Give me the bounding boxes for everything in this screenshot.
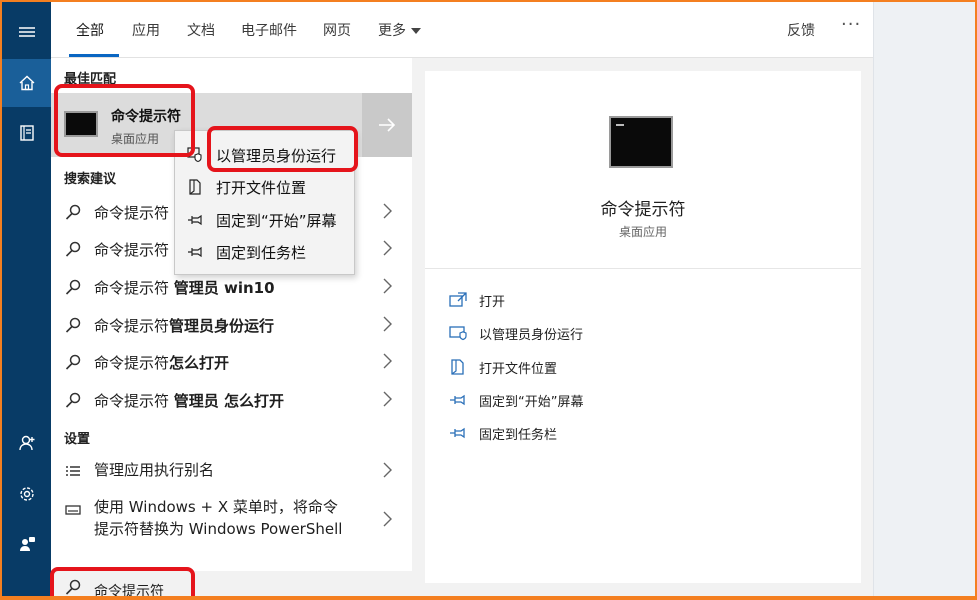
tab-more-label: 更多 (378, 23, 406, 39)
tab-email[interactable]: 电子邮件 (241, 20, 297, 40)
action-label: 固定到“开始”屏幕 (479, 395, 584, 410)
setting-item-powershell-replace[interactable]: 使用 Windows + X 菜单时，将命令 提示符替换为 Windows Po… (51, 490, 412, 550)
caret-down-icon (411, 28, 421, 34)
chevron-right-icon (383, 240, 392, 256)
feedback-link[interactable]: 反馈 (787, 20, 815, 40)
hamburger-icon (18, 27, 35, 37)
search-icon (65, 204, 81, 220)
action-label: 打开文件位置 (479, 362, 558, 377)
pin-icon (450, 394, 465, 406)
preview-title: 命令提示符 (600, 200, 686, 220)
tab-apps[interactable]: 应用 (132, 20, 160, 40)
suggestion-text: 命令提示符 管理员 怎么打开 (94, 392, 285, 410)
tab-more[interactable]: 更多 (378, 20, 421, 40)
action-label: 以管理员身份运行 (479, 328, 584, 343)
suggestion-item[interactable]: 命令提示符 管理员 怎么打开 (51, 381, 412, 418)
desktop-background (873, 2, 975, 596)
chevron-right-icon (383, 203, 392, 219)
preview-pane: 命令提示符 桌面应用 打开 以管理员身份运行 打开文件位置 固定到“开始”屏幕 (425, 71, 861, 583)
command-prompt-large-icon (609, 116, 673, 168)
file-location-icon (189, 179, 201, 195)
arrow-right-icon (379, 118, 396, 132)
search-icon (65, 241, 81, 257)
more-options-button[interactable]: ··· (841, 14, 861, 35)
open-preview-button[interactable] (362, 93, 412, 157)
rail-account-button[interactable] (2, 419, 51, 467)
rail-feedback-button[interactable] (2, 520, 51, 568)
active-tab-indicator (69, 54, 119, 57)
left-rail (2, 2, 51, 596)
search-icon (65, 279, 81, 295)
rail-notebook-button[interactable] (2, 109, 51, 157)
search-window: 全部 应用 文档 电子邮件 网页 更多 反馈 ··· 最佳匹配 命令提示符 桌面… (0, 0, 977, 600)
chevron-right-icon (383, 353, 392, 369)
home-icon (19, 75, 34, 91)
list-icon (66, 466, 80, 476)
context-open-file-location[interactable]: 打开文件位置 (175, 170, 354, 202)
suggestion-item[interactable]: 命令提示符怎么打开 (51, 343, 412, 380)
context-pin-taskbar[interactable]: 固定到任务栏 (175, 235, 354, 267)
context-label: 打开文件位置 (216, 179, 307, 197)
tab-all[interactable]: 全部 (76, 20, 104, 40)
rail-home-button[interactable] (2, 59, 51, 107)
chevron-right-icon (383, 278, 392, 294)
tab-documents[interactable]: 文档 (187, 20, 215, 40)
context-pin-start[interactable]: 固定到“开始”屏幕 (175, 203, 354, 235)
action-label: 固定到任务栏 (479, 428, 558, 443)
keyboard-icon (65, 505, 81, 515)
highlight-search-box (50, 567, 195, 596)
hamburger-menu-button[interactable] (2, 8, 51, 56)
person-feedback-icon (19, 537, 35, 551)
suggestion-text: 命令提示符管理员身份运行 (94, 317, 275, 335)
pin-icon (188, 246, 202, 258)
setting-label-line1: 使用 Windows + X 菜单时，将命令 (94, 498, 338, 516)
gear-icon (19, 487, 34, 501)
search-icon (65, 354, 81, 370)
suggestion-text: 命令提示符怎么打开 (94, 354, 230, 372)
context-label: 固定到任务栏 (216, 244, 307, 262)
highlight-best-match (54, 84, 195, 157)
chevron-right-icon (383, 391, 392, 407)
settings-heading: 设置 (64, 432, 91, 447)
chevron-right-icon (383, 316, 392, 332)
shield-icon (449, 326, 467, 341)
rail-settings-button[interactable] (2, 470, 51, 518)
preview-divider (425, 268, 861, 269)
notebook-icon (19, 125, 34, 141)
scope-tabs: 全部 应用 文档 电子邮件 网页 更多 反馈 ··· (51, 2, 873, 58)
person-icon (18, 435, 34, 451)
pin-icon (450, 427, 465, 439)
context-label: 固定到“开始”屏幕 (216, 212, 337, 230)
file-location-icon (451, 359, 464, 375)
chevron-right-icon (383, 511, 392, 527)
open-icon (449, 292, 467, 307)
search-icon (65, 392, 81, 408)
search-icon (65, 317, 81, 333)
suggestion-text: 命令提示符 (94, 204, 170, 222)
suggestions-heading: 搜索建议 (64, 172, 117, 187)
setting-label-line2: 提示符替换为 Windows PowerShell (94, 520, 343, 538)
setting-label: 管理应用执行别名 (94, 461, 215, 479)
pin-icon (188, 214, 202, 226)
suggestion-text: 命令提示符 管理员 win10 (94, 279, 275, 297)
highlight-run-as-admin (207, 126, 358, 172)
chevron-right-icon (383, 462, 392, 478)
tab-web[interactable]: 网页 (323, 20, 351, 40)
action-label: 打开 (479, 295, 506, 310)
setting-item-app-aliases[interactable]: 管理应用执行别名 (51, 452, 412, 490)
suggestion-text: 命令提示符 (94, 241, 170, 259)
preview-subtitle: 桌面应用 (618, 225, 667, 239)
suggestion-item[interactable]: 命令提示符管理员身份运行 (51, 306, 412, 343)
